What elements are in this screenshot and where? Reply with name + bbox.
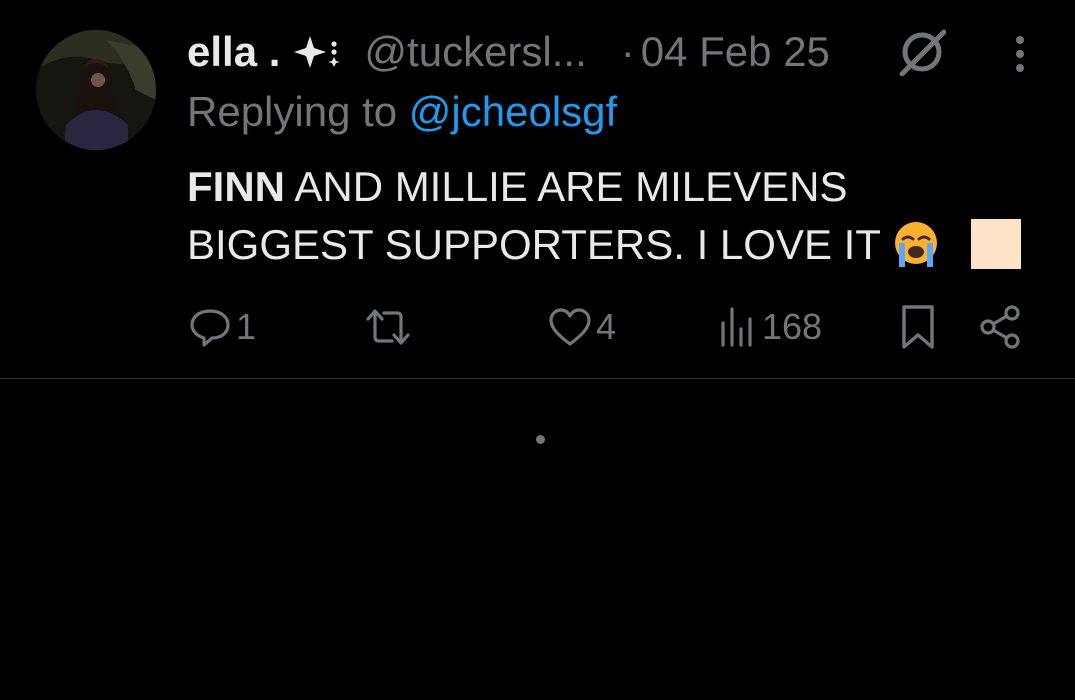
loading-dot bbox=[536, 435, 545, 444]
sparkle-icon bbox=[290, 32, 342, 72]
replying-prefix: Replying to bbox=[187, 88, 409, 135]
replying-mention[interactable]: @jcheolsgf bbox=[409, 88, 617, 135]
view-count: 168 bbox=[762, 306, 823, 347]
retweet-icon bbox=[362, 305, 414, 349]
like-icon bbox=[548, 305, 592, 349]
tweet-text-line-2-text: BIGGEST SUPPORTERS. I LOVE IT bbox=[187, 221, 881, 268]
avatar[interactable] bbox=[36, 30, 156, 150]
tweet[interactable]: ella . @tuckersl... · 04 Feb 25 Replying… bbox=[0, 0, 1075, 379]
bookmark-icon bbox=[898, 303, 938, 351]
user-handle[interactable]: @tuckersl... bbox=[364, 28, 586, 76]
action-bar: 1 4 168 bbox=[0, 302, 1075, 352]
views-icon bbox=[718, 305, 758, 349]
tweet-text: FINN AND MILLIE ARE MILEVENS BIGGEST SUP… bbox=[187, 158, 1047, 274]
replying-to: Replying to @jcheolsgf bbox=[187, 88, 617, 136]
like-count: 4 bbox=[596, 306, 617, 347]
tweet-date[interactable]: 04 Feb 25 bbox=[641, 28, 830, 76]
loudly-crying-face-icon bbox=[891, 219, 941, 269]
display-name[interactable]: ella . bbox=[187, 28, 280, 76]
tweet-text-line-1: FINN AND MILLIE ARE MILEVENS bbox=[187, 158, 1047, 216]
bookmark-button[interactable] bbox=[898, 302, 938, 352]
like-button[interactable]: 4 bbox=[548, 302, 616, 352]
retweet-button[interactable] bbox=[362, 302, 418, 352]
tweet-header: ella . @tuckersl... · 04 Feb 25 bbox=[187, 26, 947, 78]
views-button[interactable]: 168 bbox=[718, 302, 822, 352]
share-button[interactable] bbox=[978, 302, 1024, 352]
peach-square-icon bbox=[970, 219, 1021, 269]
reply-icon bbox=[188, 305, 232, 349]
reply-button[interactable]: 1 bbox=[188, 302, 256, 352]
share-icon bbox=[978, 304, 1024, 350]
tweet-text-bold: FINN bbox=[187, 163, 285, 210]
grok-icon[interactable] bbox=[898, 28, 947, 77]
tweet-text-line-1-rest: AND MILLIE ARE MILEVENS bbox=[285, 163, 848, 210]
more-icon[interactable] bbox=[1006, 34, 1034, 76]
tweet-text-line-2: BIGGEST SUPPORTERS. I LOVE IT bbox=[187, 216, 1047, 274]
reply-count: 1 bbox=[236, 306, 257, 347]
separator-dot: · bbox=[620, 28, 635, 75]
